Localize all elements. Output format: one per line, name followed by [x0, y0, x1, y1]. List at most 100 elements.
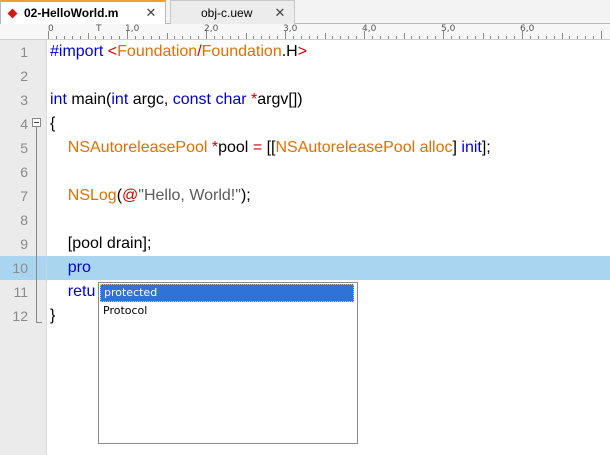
code-token: retu: [67, 283, 96, 300]
code-line[interactable]: 10 pro: [0, 256, 610, 280]
ruler-tick: [103, 36, 105, 39]
ruler-tick: [450, 36, 452, 39]
ruler-label: T: [96, 24, 102, 34]
code-line[interactable]: 6: [0, 160, 610, 184]
ruler-tick: [150, 36, 152, 39]
code-token: main(: [66, 91, 112, 108]
ruler-tick: [482, 33, 484, 39]
ruler-tick: [585, 36, 587, 39]
ruler-tick: [158, 36, 160, 39]
code-token: char: [215, 91, 247, 108]
code-text: {: [50, 112, 55, 136]
change-marker: [46, 258, 47, 282]
code-line[interactable]: 7 NSLog(@"Hello, World!");: [0, 184, 610, 208]
ruler-tick: [498, 36, 500, 39]
line-number: 5: [20, 140, 28, 156]
code-token: NSAutoreleasePool: [67, 139, 208, 156]
ruler-tick: [474, 36, 476, 39]
ruler-tick: [111, 36, 113, 39]
line-number: 7: [20, 188, 28, 204]
code-token: pro: [67, 259, 91, 276]
code-token: );: [240, 187, 251, 204]
ruler-tick: [340, 36, 342, 39]
code-token: .H: [281, 43, 298, 60]
ruler-tick: [458, 36, 460, 39]
ruler-tick: [490, 36, 492, 39]
close-icon[interactable]: ✕: [272, 5, 288, 21]
ruler-tick: [198, 36, 200, 39]
line-number: 10: [12, 260, 28, 276]
code-token: <: [107, 43, 118, 60]
tab-label: obj-c.uew: [201, 5, 253, 20]
tab-helloworld[interactable]: 02-HelloWorld.m ✕: [0, 0, 166, 24]
ruler-tick: [300, 36, 302, 39]
ruler-tick: [134, 36, 136, 39]
code-token: "Hello, World!": [138, 187, 241, 204]
code-token: int: [111, 91, 129, 108]
ruler-tick: [229, 36, 231, 39]
ruler-tick: [261, 36, 263, 39]
ruler-tick: [166, 33, 168, 39]
code-token: {: [50, 115, 56, 132]
code-token: [[: [262, 139, 276, 156]
autocomplete-popup[interactable]: protected Protocol: [98, 282, 358, 444]
autocomplete-item[interactable]: protected: [100, 284, 354, 302]
ruler-tick: [537, 36, 539, 39]
code-text: [pool drain];: [50, 232, 152, 256]
ruler-label: 3,0: [283, 24, 298, 34]
column-ruler: 0 T 1,0 2,0 3,0 4,0 5,0 6,0: [0, 24, 610, 40]
code-line[interactable]: 2: [0, 64, 610, 88]
ruler-tick: [387, 36, 389, 39]
code-line[interactable]: 8: [0, 208, 610, 232]
ruler-tick: [253, 36, 255, 39]
code-text: retu: [50, 280, 96, 304]
ruler-tick: [119, 36, 121, 39]
ruler-tick: [142, 36, 144, 39]
ruler-tick: [308, 36, 310, 39]
code-line[interactable]: 5 NSAutoreleasePool *pool = [[NSAutorele…: [0, 136, 610, 160]
code-token: ];: [481, 139, 491, 156]
ruler-tick: [79, 36, 81, 39]
tab-obj-c[interactable]: obj-c.uew ✕: [170, 0, 295, 24]
ruler-tick: [174, 36, 176, 39]
tab-bar: 02-HelloWorld.m ✕ obj-c.uew ✕: [0, 0, 610, 24]
code-line[interactable]: 3 int main(int argc, const char *argv[]): [0, 88, 610, 112]
ruler-tick: [190, 36, 192, 39]
code-line[interactable]: 9 [pool drain];: [0, 232, 610, 256]
code-text: NSAutoreleasePool *pool = [[NSAutoreleas…: [50, 136, 491, 160]
code-token: const: [172, 91, 211, 108]
close-icon[interactable]: ✕: [143, 5, 159, 21]
code-token: #import: [50, 43, 108, 60]
code-line[interactable]: 4{: [0, 112, 610, 136]
ruler-tick: [356, 36, 358, 39]
autocomplete-item[interactable]: Protocol: [100, 303, 354, 319]
ruler-tick: [71, 36, 73, 39]
line-number: 9: [20, 236, 28, 252]
line-number: 2: [20, 68, 28, 84]
line-number: 8: [20, 212, 28, 228]
code-text: NSLog(@"Hello, World!");: [50, 184, 251, 208]
ruler-label: 2,0: [204, 24, 219, 34]
ruler-tick: [569, 36, 571, 39]
ruler-tick: [411, 36, 413, 39]
ruler-label: 6,0: [520, 24, 535, 34]
ruler-tick: [324, 33, 326, 39]
ruler-tick: [553, 36, 555, 39]
fold-toggle-icon[interactable]: [32, 118, 41, 127]
line-number: 1: [20, 44, 28, 60]
code-token: argv[]): [257, 91, 303, 108]
line-number: 11: [13, 284, 28, 300]
code-token: =: [252, 139, 263, 156]
code-text: pro: [50, 256, 91, 280]
ruler-tick: [371, 36, 373, 39]
ruler-tick: [601, 31, 602, 39]
line-number: 12: [12, 308, 28, 324]
fold-line: [36, 127, 37, 322]
code-token: init: [461, 139, 482, 156]
ruler-tick: [269, 36, 271, 39]
code-line[interactable]: 1 #import <Foundation/Foundation.H>: [0, 40, 610, 64]
tab-label: 02-HelloWorld.m: [24, 6, 119, 20]
fold-end: [36, 322, 42, 323]
ruler-tick: [316, 36, 318, 39]
